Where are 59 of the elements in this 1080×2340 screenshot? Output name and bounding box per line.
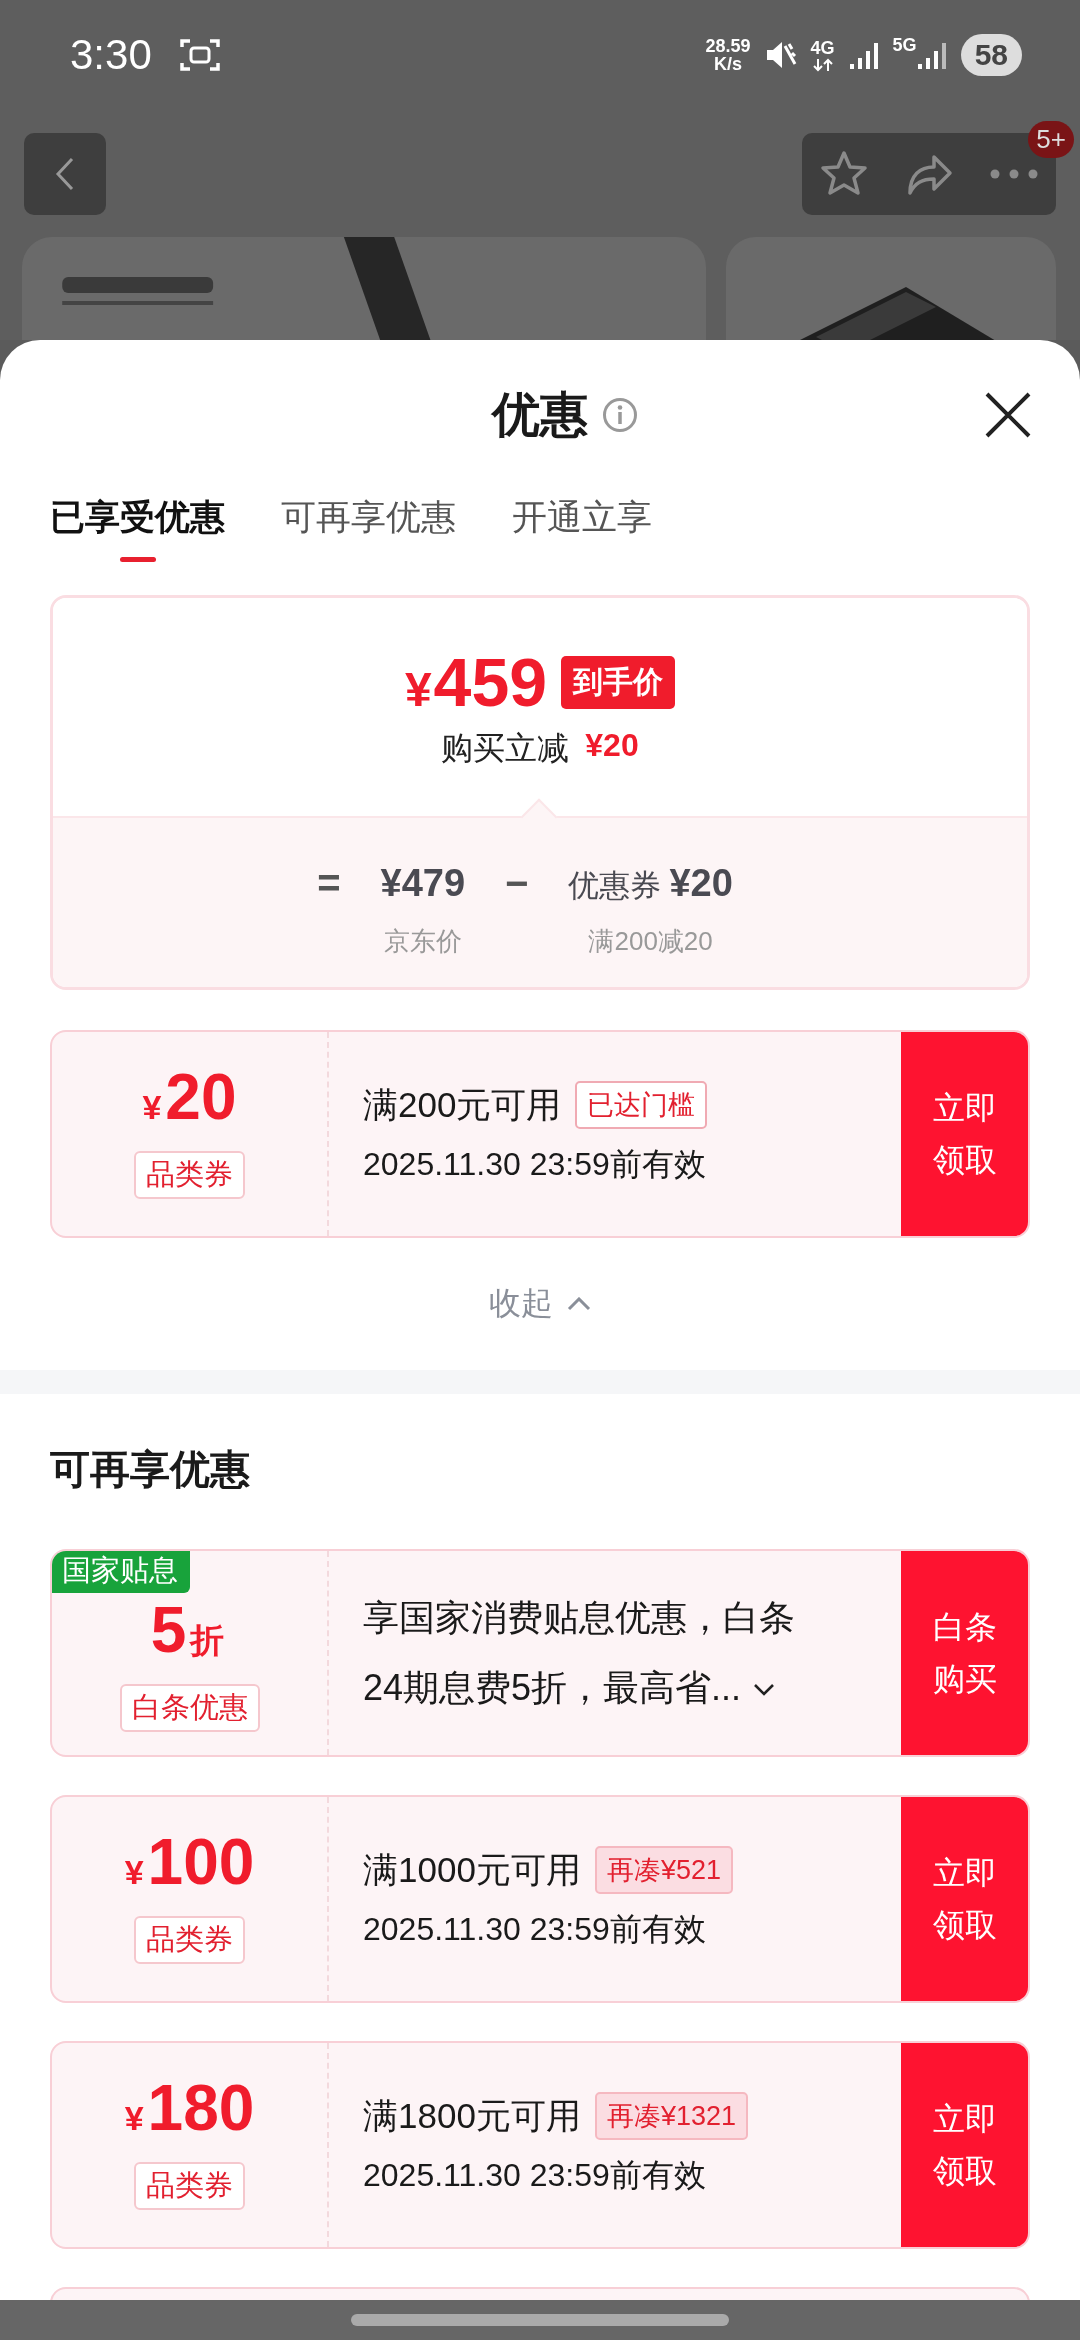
coupon-type-tag: 白条优惠 [119,1684,260,1732]
coupon-label: 优惠券 [568,867,662,905]
equals-sign: = [317,860,341,907]
coupon-condition: 满1800元可用 [363,2094,581,2137]
price-tag: 到手价 [561,655,676,709]
tab[interactable]: 可再享优惠 [281,490,456,566]
screenshot-icon [179,37,220,73]
coupon-value: 5折 [150,1594,226,1668]
more-icon[interactable] [988,167,1039,180]
signal-icon [916,40,947,70]
saving-amount: ¥20 [585,727,639,765]
coupon-condition: 满1000元可用 [363,1848,581,1891]
offer-description: 享国家消费贴息优惠，白条 [363,1596,796,1640]
minus-sign: − [505,860,529,907]
saving-label: 购买立减 [441,729,570,768]
coupon-value: ¥20 [142,1061,237,1135]
info-icon[interactable] [602,397,638,433]
claim-button[interactable]: 立即领取 [901,2043,1028,2247]
network-speed: 28.59 K/s [705,37,751,73]
coupon-validity: 2025.11.30 23:59前有效 [363,2156,707,2195]
original-price: ¥479 [380,861,466,906]
coupon-type-tag: 品类券 [134,2162,245,2210]
sheet-title: 优惠 [492,387,588,443]
status-time: 3:30 [70,31,152,79]
tab[interactable]: 开通立享 [512,490,652,566]
coupon-value: ¥180 [124,2072,255,2146]
tab[interactable]: 已享受优惠 [50,490,225,566]
threshold-badge: 再凑¥521 [594,1846,733,1894]
chevron-up-icon[interactable] [567,1297,591,1311]
final-price: ¥459 [404,643,548,721]
expand-icon[interactable] [753,1683,776,1698]
threshold-badge: 再凑¥1321 [594,2092,748,2140]
coupon-validity: 2025.11.30 23:59前有效 [363,1145,707,1184]
price-caption: 京东价 [383,925,462,958]
coupon-validity: 2025.11.30 23:59前有效 [363,1910,707,1949]
coupon-value: ¥100 [124,1826,255,1900]
data-arrows-icon [812,57,833,72]
corner-label: 国家贴息 [52,1551,190,1593]
battery-indicator: 58 [960,34,1022,76]
claim-button[interactable]: 立即领取 [901,1032,1028,1236]
buy-button[interactable]: 白条购买 [901,1551,1028,1755]
collapse-button[interactable]: 收起 [489,1238,591,1370]
mute-icon [764,40,797,70]
back-button[interactable] [24,132,106,215]
coupon-caption: 满200减20 [588,925,713,958]
coupon-type-tag: 品类券 [134,1916,245,1964]
section-title: 可再享优惠 [50,1446,250,1493]
notification-badge: 5+ [1028,120,1074,158]
claim-button[interactable]: 立即领取 [901,1797,1028,2001]
offer-description: 24期息费5折，最高省... [363,1660,901,1716]
signal-icon [848,40,879,70]
network-type: 5G [892,36,917,54]
coupon-condition: 满200元可用 [363,1083,562,1126]
coupon-type-tag: 品类券 [134,1151,245,1199]
threshold-badge: 已达门槛 [575,1081,708,1129]
close-icon[interactable] [984,391,1032,439]
network-type: 4G [810,38,835,57]
back-icon[interactable] [55,155,75,192]
coupon-amount: ¥20 [669,861,733,906]
